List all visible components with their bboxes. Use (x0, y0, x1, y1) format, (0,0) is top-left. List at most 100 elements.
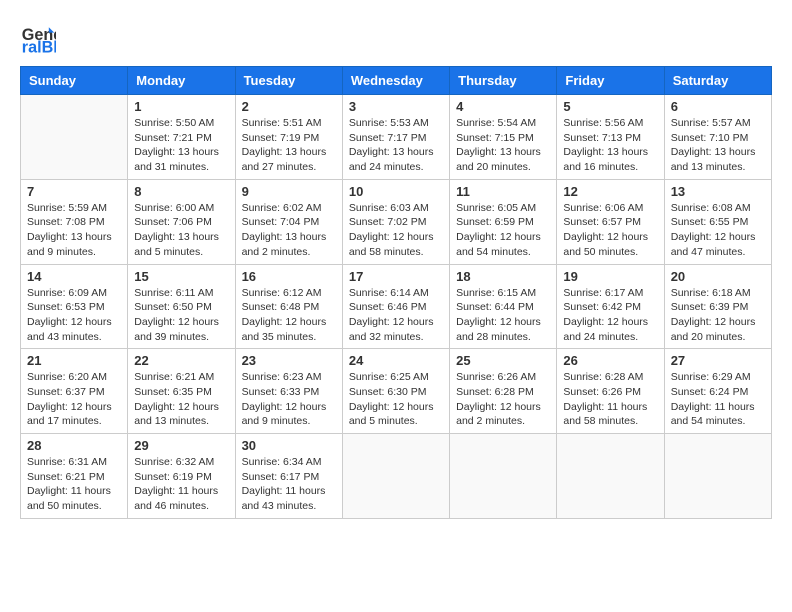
calendar-cell (342, 434, 449, 519)
calendar-cell: 15 Sunrise: 6:11 AMSunset: 6:50 PMDayligh… (128, 264, 235, 349)
calendar-cell: 18 Sunrise: 6:15 AMSunset: 6:44 PMDayligh… (450, 264, 557, 349)
day-number: 1 (134, 99, 228, 114)
day-info: Sunrise: 5:51 AMSunset: 7:19 PMDaylight:… (242, 116, 336, 175)
day-info: Sunrise: 6:02 AMSunset: 7:04 PMDaylight:… (242, 201, 336, 260)
calendar-header-row: SundayMondayTuesdayWednesdayThursdayFrid… (21, 67, 772, 95)
day-number: 21 (27, 353, 121, 368)
day-info: Sunrise: 6:05 AMSunset: 6:59 PMDaylight:… (456, 201, 550, 260)
weekday-header: Saturday (664, 67, 771, 95)
weekday-header: Tuesday (235, 67, 342, 95)
calendar-cell: 29 Sunrise: 6:32 AMSunset: 6:19 PMDayligh… (128, 434, 235, 519)
calendar-cell (21, 95, 128, 180)
calendar-cell: 20Sunrise: 6:18 AMSunset: 6:39 PMDayligh… (664, 264, 771, 349)
calendar-cell: 14 Sunrise: 6:09 AMSunset: 6:53 PMDayligh… (21, 264, 128, 349)
weekday-header: Wednesday (342, 67, 449, 95)
logo: Gene ral Blue (20, 20, 60, 56)
page-header: Gene ral Blue (20, 20, 772, 56)
day-info: Sunrise: 6:15 AMSunset: 6:44 PMDaylight:… (456, 286, 550, 345)
weekday-header: Friday (557, 67, 664, 95)
day-number: 28 (27, 438, 121, 453)
day-info: Sunrise: 5:54 AMSunset: 7:15 PMDaylight:… (456, 116, 550, 175)
calendar-cell: 2 Sunrise: 5:51 AMSunset: 7:19 PMDaylight… (235, 95, 342, 180)
day-number: 23 (242, 353, 336, 368)
calendar-cell: 6 Sunrise: 5:57 AMSunset: 7:10 PMDaylight… (664, 95, 771, 180)
weekday-header: Sunday (21, 67, 128, 95)
day-info: Sunrise: 6:08 AMSunset: 6:55 PMDaylight:… (671, 201, 765, 260)
day-number: 13 (671, 184, 765, 199)
day-info: Sunrise: 6:20 AMSunset: 6:37 PMDaylight:… (27, 370, 121, 429)
day-number: 18 (456, 269, 550, 284)
day-number: 30 (242, 438, 336, 453)
calendar-week-row: 1 Sunrise: 5:50 AMSunset: 7:21 PMDaylight… (21, 95, 772, 180)
day-info: Sunrise: 6:03 AMSunset: 7:02 PMDaylight:… (349, 201, 443, 260)
day-info: Sunrise: 6:06 AMSunset: 6:57 PMDaylight:… (563, 201, 657, 260)
calendar-cell: 1 Sunrise: 5:50 AMSunset: 7:21 PMDaylight… (128, 95, 235, 180)
day-info: Sunrise: 6:34 AMSunset: 6:17 PMDaylight:… (242, 455, 336, 514)
day-info: Sunrise: 6:23 AMSunset: 6:33 PMDaylight:… (242, 370, 336, 429)
calendar-cell: 7 Sunrise: 5:59 AMSunset: 7:08 PMDaylight… (21, 179, 128, 264)
day-number: 4 (456, 99, 550, 114)
day-number: 8 (134, 184, 228, 199)
logo-icon: Gene ral Blue (20, 20, 56, 56)
calendar-cell: 3Sunrise: 5:53 AMSunset: 7:17 PMDaylight… (342, 95, 449, 180)
day-number: 24 (349, 353, 443, 368)
calendar-cell (664, 434, 771, 519)
calendar-cell (450, 434, 557, 519)
day-info: Sunrise: 6:28 AMSunset: 6:26 PMDaylight:… (563, 370, 657, 429)
day-number: 27 (671, 353, 765, 368)
calendar-cell (557, 434, 664, 519)
day-info: Sunrise: 6:12 AMSunset: 6:48 PMDaylight:… (242, 286, 336, 345)
calendar-cell: 10 Sunrise: 6:03 AMSunset: 7:02 PMDayligh… (342, 179, 449, 264)
calendar-cell: 27Sunrise: 6:29 AMSunset: 6:24 PMDayligh… (664, 349, 771, 434)
svg-text:ral: ral (22, 38, 42, 56)
svg-text:Blue: Blue (42, 38, 56, 56)
day-info: Sunrise: 6:21 AMSunset: 6:35 PMDaylight:… (134, 370, 228, 429)
day-number: 14 (27, 269, 121, 284)
day-number: 22 (134, 353, 228, 368)
calendar-cell: 8Sunrise: 6:00 AMSunset: 7:06 PMDaylight… (128, 179, 235, 264)
day-number: 2 (242, 99, 336, 114)
day-number: 17 (349, 269, 443, 284)
calendar-body: 1 Sunrise: 5:50 AMSunset: 7:21 PMDaylight… (21, 95, 772, 519)
calendar-cell: 28Sunrise: 6:31 AMSunset: 6:21 PMDayligh… (21, 434, 128, 519)
day-number: 10 (349, 184, 443, 199)
calendar-cell: 16 Sunrise: 6:12 AMSunset: 6:48 PMDayligh… (235, 264, 342, 349)
day-number: 29 (134, 438, 228, 453)
calendar-cell: 11Sunrise: 6:05 AMSunset: 6:59 PMDayligh… (450, 179, 557, 264)
day-info: Sunrise: 5:57 AMSunset: 7:10 PMDaylight:… (671, 116, 765, 175)
day-number: 16 (242, 269, 336, 284)
weekday-header: Monday (128, 67, 235, 95)
day-number: 25 (456, 353, 550, 368)
calendar-week-row: 7 Sunrise: 5:59 AMSunset: 7:08 PMDaylight… (21, 179, 772, 264)
calendar-cell: 21 Sunrise: 6:20 AMSunset: 6:37 PMDayligh… (21, 349, 128, 434)
calendar-cell: 4 Sunrise: 5:54 AMSunset: 7:15 PMDaylight… (450, 95, 557, 180)
calendar-cell: 5 Sunrise: 5:56 AMSunset: 7:13 PMDaylight… (557, 95, 664, 180)
calendar-cell: 30 Sunrise: 6:34 AMSunset: 6:17 PMDayligh… (235, 434, 342, 519)
calendar-cell: 13 Sunrise: 6:08 AMSunset: 6:55 PMDayligh… (664, 179, 771, 264)
day-info: Sunrise: 5:50 AMSunset: 7:21 PMDaylight:… (134, 116, 228, 175)
day-info: Sunrise: 6:11 AMSunset: 6:50 PMDaylight:… (134, 286, 228, 345)
day-info: Sunrise: 5:56 AMSunset: 7:13 PMDaylight:… (563, 116, 657, 175)
calendar-cell: 22 Sunrise: 6:21 AMSunset: 6:35 PMDayligh… (128, 349, 235, 434)
calendar-table: SundayMondayTuesdayWednesdayThursdayFrid… (20, 66, 772, 519)
day-number: 19 (563, 269, 657, 284)
day-number: 7 (27, 184, 121, 199)
day-number: 20 (671, 269, 765, 284)
calendar-cell: 17Sunrise: 6:14 AMSunset: 6:46 PMDayligh… (342, 264, 449, 349)
calendar-week-row: 21 Sunrise: 6:20 AMSunset: 6:37 PMDayligh… (21, 349, 772, 434)
calendar-cell: 24Sunrise: 6:25 AMSunset: 6:30 PMDayligh… (342, 349, 449, 434)
calendar-cell: 25 Sunrise: 6:26 AMSunset: 6:28 PMDayligh… (450, 349, 557, 434)
calendar-week-row: 14 Sunrise: 6:09 AMSunset: 6:53 PMDayligh… (21, 264, 772, 349)
day-number: 5 (563, 99, 657, 114)
day-info: Sunrise: 6:26 AMSunset: 6:28 PMDaylight:… (456, 370, 550, 429)
day-info: Sunrise: 6:09 AMSunset: 6:53 PMDaylight:… (27, 286, 121, 345)
day-number: 3 (349, 99, 443, 114)
day-info: Sunrise: 6:32 AMSunset: 6:19 PMDaylight:… (134, 455, 228, 514)
calendar-cell: 19Sunrise: 6:17 AMSunset: 6:42 PMDayligh… (557, 264, 664, 349)
day-info: Sunrise: 5:59 AMSunset: 7:08 PMDaylight:… (27, 201, 121, 260)
day-number: 6 (671, 99, 765, 114)
day-number: 15 (134, 269, 228, 284)
calendar-cell: 9Sunrise: 6:02 AMSunset: 7:04 PMDaylight… (235, 179, 342, 264)
calendar-cell: 26Sunrise: 6:28 AMSunset: 6:26 PMDayligh… (557, 349, 664, 434)
day-number: 12 (563, 184, 657, 199)
